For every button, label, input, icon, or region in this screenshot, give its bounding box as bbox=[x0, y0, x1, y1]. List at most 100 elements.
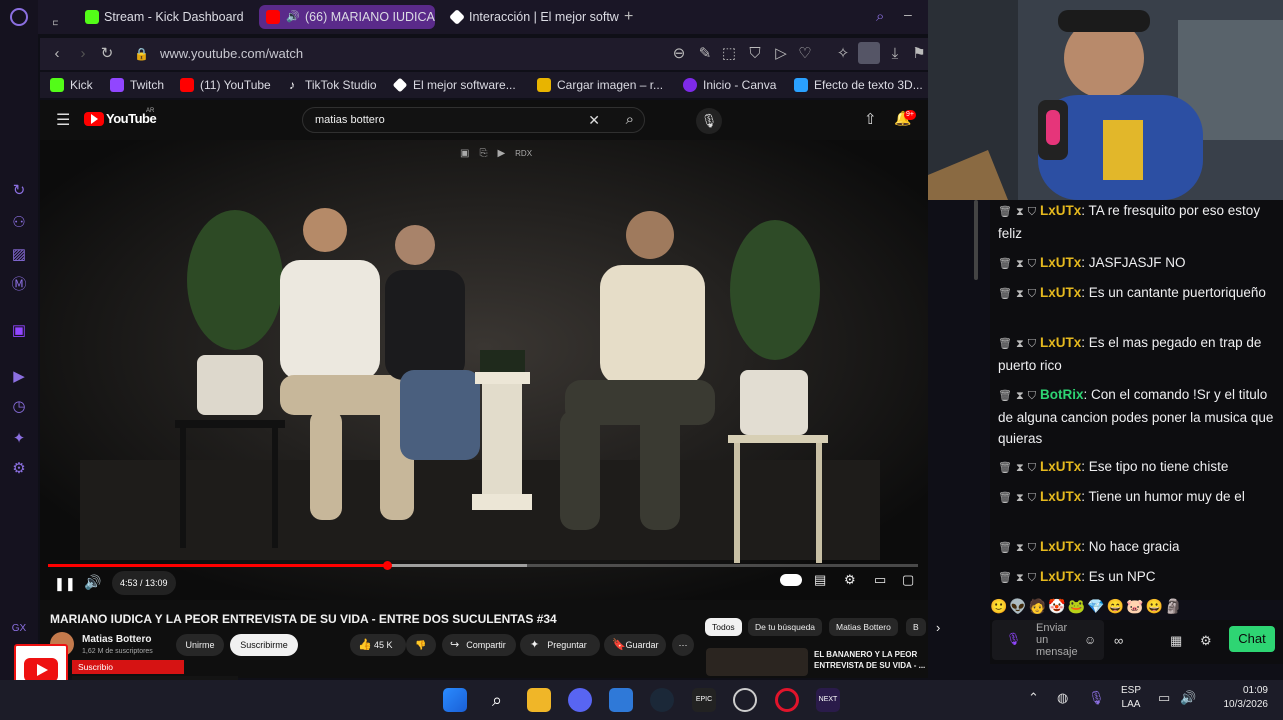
gear-icon[interactable]: ⚙ bbox=[1200, 633, 1212, 649]
chevron-right-icon[interactable]: › bbox=[936, 620, 940, 635]
settings-icon[interactable]: ⚙ bbox=[844, 572, 856, 588]
steam-icon[interactable] bbox=[650, 688, 674, 712]
share-button[interactable]: ↪ Compartir bbox=[442, 634, 516, 656]
mic-icon[interactable]: 🎙 bbox=[696, 108, 722, 134]
bookmark-cargar[interactable]: Cargar imagen – r... bbox=[537, 76, 663, 94]
delete-icon[interactable]: 🗑 bbox=[998, 462, 1012, 474]
chat-username[interactable]: BotRix bbox=[1040, 387, 1084, 402]
pause-icon[interactable]: ❚❚ bbox=[54, 576, 76, 592]
ban-icon[interactable]: ⛉ bbox=[1028, 258, 1036, 270]
download-icon[interactable]: ⤓ bbox=[886, 45, 904, 63]
history-icon[interactable]: ↻ bbox=[10, 182, 28, 200]
pin-icon[interactable]: ✎ bbox=[696, 45, 714, 63]
bookmark-efecto[interactable]: Efecto de texto 3D... bbox=[794, 76, 923, 94]
video-player[interactable]: ▣⎘▶RDX ❚❚ 🔊 4:53 / 13:09 ▤ ⚙ ▭ ▢ ⤢ bbox=[40, 140, 928, 600]
shop-icon[interactable]: ▦ bbox=[1170, 633, 1182, 649]
back-icon[interactable]: ‹ bbox=[48, 45, 66, 63]
chat-username[interactable]: LxUTx bbox=[1040, 539, 1081, 554]
timeout-icon[interactable]: ⧗ bbox=[1016, 572, 1024, 584]
tab-kick[interactable]: Stream - Kick Dashboard bbox=[78, 5, 250, 29]
mail-icon[interactable]: Ⓜ bbox=[10, 276, 28, 294]
like-button[interactable]: 👍 45 K bbox=[350, 634, 406, 656]
next-app-icon[interactable]: NEXT bbox=[816, 688, 840, 712]
shield-icon[interactable]: ⛉ bbox=[746, 45, 764, 63]
snapshot-icon[interactable]: ⬚ bbox=[720, 45, 738, 63]
save-button[interactable]: 🔖 Guardar bbox=[604, 634, 666, 656]
windows-start-icon[interactable] bbox=[443, 688, 467, 712]
progress-bar[interactable] bbox=[48, 561, 918, 570]
delete-icon[interactable]: 🗑 bbox=[998, 288, 1012, 300]
forward-icon[interactable]: › bbox=[74, 45, 92, 63]
bookmark-kick[interactable]: Kick bbox=[50, 76, 93, 94]
extension-icon[interactable]: ✧ bbox=[834, 45, 852, 63]
emoji-icon[interactable]: ☺ bbox=[1084, 633, 1096, 647]
reload-icon[interactable]: ↻ bbox=[98, 45, 116, 63]
bookmark-tiktok[interactable]: ♪ TikTok Studio bbox=[285, 76, 377, 94]
chip-more[interactable]: B bbox=[906, 618, 926, 636]
store-icon[interactable] bbox=[609, 688, 633, 712]
bookmark-youtube[interactable]: (11) YouTube bbox=[180, 76, 271, 94]
language-indicator[interactable]: ESP LAA bbox=[1121, 684, 1141, 712]
ban-icon[interactable]: ⛉ bbox=[1028, 338, 1036, 350]
dislike-button[interactable]: 👎 bbox=[406, 634, 436, 656]
opera-logo-icon[interactable] bbox=[10, 8, 28, 26]
upload-icon[interactable]: ⇧ bbox=[864, 110, 877, 128]
obs-icon[interactable] bbox=[733, 688, 757, 712]
delete-icon[interactable]: 🗑 bbox=[998, 206, 1012, 218]
stripe-icon[interactable]: ▨ bbox=[10, 246, 28, 264]
profile-avatar[interactable] bbox=[858, 42, 880, 64]
bookmark-twitch[interactable]: Twitch bbox=[110, 76, 164, 94]
epic-games-icon[interactable]: EPIC bbox=[692, 688, 716, 712]
extensions-icon[interactable]: ✦ bbox=[10, 430, 28, 448]
related-thumbnail[interactable] bbox=[706, 648, 808, 676]
theater-icon[interactable]: ▢ bbox=[902, 572, 914, 588]
mic-icon[interactable]: 🎙 bbox=[1006, 632, 1021, 646]
bookmark-canva[interactable]: Inicio - Canva bbox=[683, 76, 776, 94]
delete-icon[interactable]: 🗑 bbox=[998, 338, 1012, 350]
search-tabs-icon[interactable]: ⌕ bbox=[876, 8, 884, 25]
subscribe-button[interactable]: Suscribirme bbox=[230, 634, 298, 656]
tab-youtube[interactable]: 🔊 (66) MARIANO IUDICA bbox=[259, 5, 435, 29]
ban-icon[interactable]: ⛉ bbox=[1028, 288, 1036, 300]
heart-icon[interactable]: ♡ bbox=[796, 45, 814, 63]
tray-app-icon[interactable]: ◍ bbox=[1057, 690, 1068, 706]
twitch-icon[interactable]: ▣ bbox=[10, 322, 28, 340]
ban-icon[interactable]: ⛉ bbox=[1028, 542, 1036, 554]
mic-tray-icon[interactable]: 🎙 bbox=[1088, 690, 1105, 706]
youtube-logo-icon[interactable] bbox=[84, 112, 104, 126]
volume-icon[interactable]: 🔊 bbox=[1180, 690, 1196, 706]
delete-icon[interactable]: 🗑 bbox=[998, 492, 1012, 504]
ban-icon[interactable]: ⛉ bbox=[1028, 206, 1036, 218]
search-icon[interactable]: ⌕ bbox=[485, 688, 509, 712]
bot-icon[interactable]: ⚇ bbox=[10, 214, 28, 232]
timeout-icon[interactable]: ⧗ bbox=[1016, 206, 1024, 218]
timeout-icon[interactable]: ⧗ bbox=[1016, 338, 1024, 350]
chat-username[interactable]: LxUTx bbox=[1040, 489, 1081, 504]
speaker-icon[interactable]: 🔊 bbox=[286, 5, 300, 29]
clock-icon[interactable]: ◷ bbox=[10, 398, 28, 416]
file-explorer-icon[interactable] bbox=[527, 688, 551, 712]
ban-icon[interactable]: ⛉ bbox=[1028, 572, 1036, 584]
clock[interactable]: 01:09 10/3/2026 bbox=[1208, 684, 1269, 712]
chat-username[interactable]: LxUTx bbox=[1040, 335, 1081, 350]
settings-icon[interactable]: ⚙ bbox=[10, 460, 28, 478]
emote-bar[interactable]: 🙂👽🧑🤡🐸💎😄🐷😀🗿 bbox=[990, 598, 1230, 618]
new-tab-icon[interactable]: + bbox=[624, 8, 633, 26]
timeout-icon[interactable]: ⧗ bbox=[1016, 258, 1024, 270]
discord-icon[interactable] bbox=[568, 688, 592, 712]
search-input[interactable]: matias bottero ✕ ⌕ bbox=[302, 107, 645, 133]
opera-gx-icon[interactable] bbox=[775, 688, 799, 712]
chevron-up-icon[interactable]: ⌃ bbox=[1028, 690, 1039, 706]
ban-icon[interactable]: ⛉ bbox=[1028, 390, 1036, 402]
chat-username[interactable]: LxUTx bbox=[1040, 569, 1081, 584]
tab-interaccion[interactable]: Interacción | El mejor softw bbox=[443, 5, 621, 29]
more-button[interactable]: ⋯ bbox=[672, 634, 694, 656]
minimize-icon[interactable]: – bbox=[904, 6, 912, 22]
chat-input[interactable]: 🎙 Enviar un mensaje ☺ bbox=[992, 620, 1104, 660]
volume-icon[interactable]: 🔊 bbox=[84, 574, 101, 591]
chat-scrollbar[interactable] bbox=[974, 200, 978, 280]
network-icon[interactable]: ▭ bbox=[1158, 690, 1170, 706]
zoom-icon[interactable]: ⊖ bbox=[670, 45, 688, 63]
chip-search[interactable]: De tu búsqueda bbox=[748, 618, 823, 636]
chat-username[interactable]: LxUTx bbox=[1040, 285, 1081, 300]
